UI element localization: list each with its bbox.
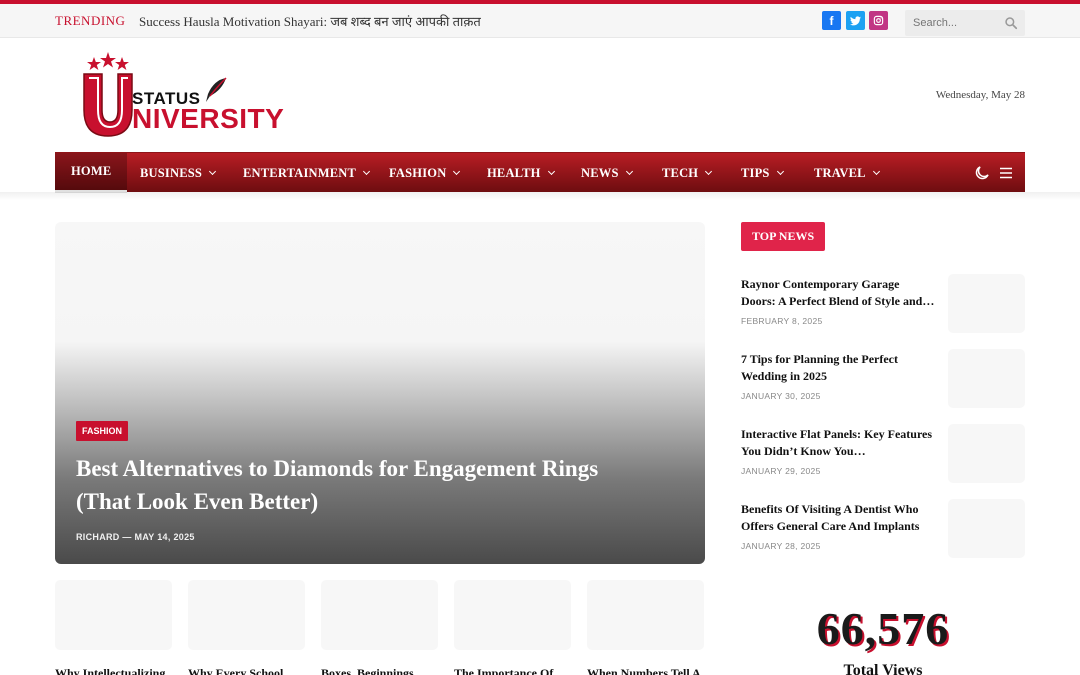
top-news-item[interactable]: 7 Tips for Planning the Perfect Wedding …	[741, 349, 1025, 409]
top-news-heading: TOP NEWS	[741, 222, 826, 251]
featured-article[interactable]: FASHION Best Alternatives to Diamonds fo…	[55, 222, 705, 564]
nav-item-tech[interactable]: TECH	[662, 153, 713, 193]
search-box	[905, 10, 1025, 36]
trending-label: TRENDING	[55, 13, 126, 28]
hero-title[interactable]: Best Alternatives to Diamonds for Engage…	[76, 452, 636, 518]
nav-label: TIPS	[741, 165, 770, 180]
card-title[interactable]: When Numbers Tell A	[587, 666, 704, 675]
card-title[interactable]: The Importance Of	[454, 666, 571, 675]
nav-label: ENTERTAINMENT	[243, 165, 357, 180]
nav-item-news[interactable]: NEWS	[581, 153, 633, 193]
nav-item-entertainment[interactable]: ENTERTAINMENT	[243, 153, 371, 193]
top-news-title[interactable]: Raynor Contemporary Garage Doors: A Perf…	[741, 276, 936, 310]
chevron-down-icon	[776, 167, 784, 175]
top-news-date: JANUARY 29, 2025	[741, 466, 821, 476]
hero-meta: RICHARD — MAY 14, 2025	[76, 532, 195, 542]
nav-label: HEALTH	[487, 165, 541, 180]
nav-item-health[interactable]: HEALTH	[487, 153, 555, 193]
article-card[interactable]: Boxes, Beginnings,	[321, 580, 438, 675]
search-input[interactable]	[905, 10, 1000, 36]
header-shadow	[0, 192, 1080, 200]
nav-item-fashion[interactable]: FASHION	[389, 153, 461, 193]
quill-pen-icon	[206, 77, 227, 102]
top-news-item[interactable]: Interactive Flat Panels: Key Features Yo…	[741, 424, 1025, 484]
card-thumbnail[interactable]	[454, 580, 571, 650]
top-news-date: FEBRUARY 8, 2025	[741, 316, 823, 326]
site-logo[interactable]: STATUS NIVERSITY	[80, 52, 290, 140]
top-news-thumbnail[interactable]	[948, 274, 1025, 333]
top-news-thumbnail[interactable]	[948, 499, 1025, 558]
nav-item-tips[interactable]: TIPS	[741, 153, 784, 193]
current-date: Wednesday, May 28	[935, 89, 1025, 101]
hamburger-menu-icon[interactable]	[997, 164, 1015, 182]
nav-label: TRAVEL	[814, 165, 866, 180]
twitter-icon[interactable]	[846, 11, 865, 30]
top-news-title[interactable]: Interactive Flat Panels: Key Features Yo…	[741, 426, 936, 460]
nav-label: BUSINESS	[140, 165, 203, 180]
article-card[interactable]: Why Every School	[188, 580, 305, 675]
top-news-thumbnail[interactable]	[948, 349, 1025, 408]
trending-headline-link[interactable]: Success Hausla Motivation Shayari: जब शब…	[139, 12, 481, 30]
top-news-thumbnail[interactable]	[948, 424, 1025, 483]
hero-author[interactable]: RICHARD	[76, 532, 120, 542]
nav-item-travel[interactable]: TRAVEL	[814, 153, 880, 193]
chevron-down-icon	[705, 167, 713, 175]
top-news-date: JANUARY 28, 2025	[741, 541, 821, 551]
logo-university-text: NIVERSITY	[132, 103, 285, 134]
chevron-down-icon	[363, 167, 371, 175]
card-thumbnail[interactable]	[188, 580, 305, 650]
dark-mode-moon-icon[interactable]	[973, 164, 991, 182]
total-views-count: 66,576	[816, 603, 950, 654]
card-thumbnail[interactable]	[321, 580, 438, 650]
chevron-down-icon	[209, 167, 217, 175]
total-views-label: Total Views	[843, 662, 923, 675]
card-title[interactable]: Why Intellectualizing	[55, 666, 172, 675]
meta-separator: —	[122, 532, 135, 542]
article-card[interactable]: The Importance Of	[454, 580, 571, 675]
top-news-date: JANUARY 30, 2025	[741, 391, 821, 401]
nav-item-business[interactable]: BUSINESS	[140, 153, 217, 193]
nav-label: FASHION	[389, 165, 447, 180]
card-title[interactable]: Boxes, Beginnings,	[321, 666, 438, 675]
chevron-down-icon	[872, 167, 880, 175]
chevron-down-icon	[453, 167, 461, 175]
main-navigation: HOME BUSINESS ENTERTAINMENT FASHION HEAL…	[55, 152, 1025, 193]
search-icon[interactable]	[1004, 16, 1018, 30]
article-card[interactable]: When Numbers Tell A	[587, 580, 704, 675]
card-thumbnail[interactable]	[587, 580, 704, 650]
nav-label: NEWS	[581, 165, 619, 180]
hero-date: MAY 14, 2025	[134, 532, 195, 542]
chevron-down-icon	[547, 167, 555, 175]
nav-label: TECH	[662, 165, 699, 180]
chevron-down-icon	[625, 167, 633, 175]
nav-item-home[interactable]: HOME	[55, 153, 128, 193]
nav-label: HOME	[71, 164, 112, 178]
card-title[interactable]: Why Every School	[188, 666, 305, 675]
hero-category-badge[interactable]: FASHION	[76, 421, 129, 441]
top-news-title[interactable]: 7 Tips for Planning the Perfect Wedding …	[741, 351, 936, 385]
article-card[interactable]: Why Intellectualizing	[55, 580, 172, 675]
top-news-title[interactable]: Benefits Of Visiting A Dentist Who Offer…	[741, 501, 936, 535]
top-bar: TRENDING Success Hausla Motivation Shaya…	[0, 0, 1080, 38]
card-thumbnail[interactable]	[55, 580, 172, 650]
facebook-icon[interactable]: f	[822, 11, 841, 30]
top-news-item[interactable]: Benefits Of Visiting A Dentist Who Offer…	[741, 499, 1025, 559]
instagram-icon[interactable]	[869, 11, 888, 30]
top-news-item[interactable]: Raynor Contemporary Garage Doors: A Perf…	[741, 274, 1025, 334]
